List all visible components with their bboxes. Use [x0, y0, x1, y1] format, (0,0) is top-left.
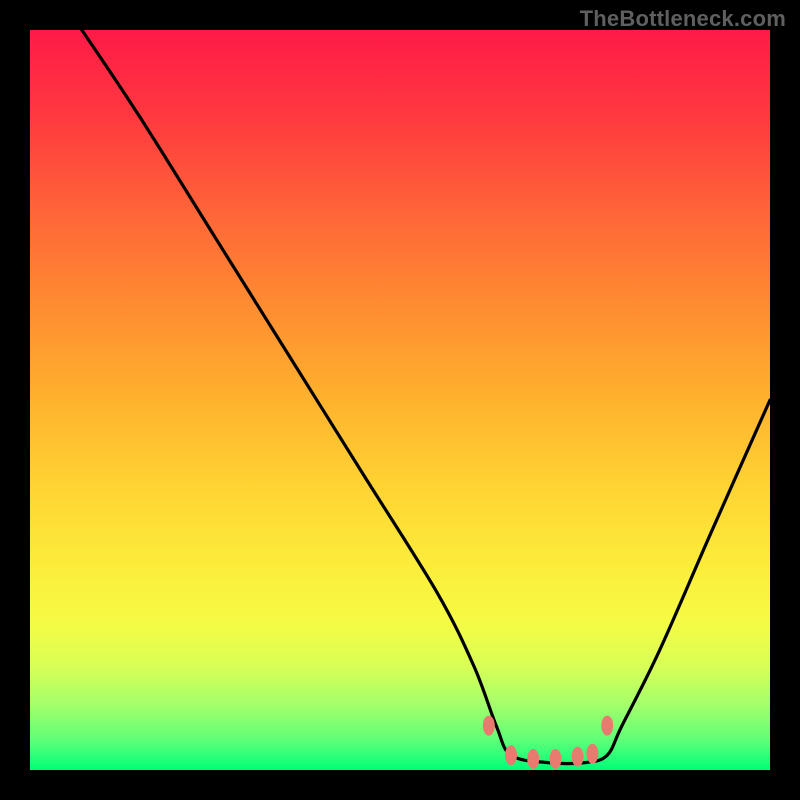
chart-container: TheBottleneck.com: [0, 0, 800, 800]
bottleneck-curve-line: [30, 30, 770, 764]
watermark-text: TheBottleneck.com: [580, 6, 786, 32]
curve-overlay-svg: [30, 30, 770, 770]
gradient-plot-area: [30, 30, 770, 770]
valley-floor-2: [527, 749, 539, 769]
valley-marker-left: [483, 716, 495, 736]
valley-floor-3: [549, 749, 561, 769]
valley-floor-4: [572, 747, 584, 767]
valley-marker-right: [601, 716, 613, 736]
valley-floor-1: [505, 745, 517, 765]
valley-floor-5: [586, 744, 598, 764]
